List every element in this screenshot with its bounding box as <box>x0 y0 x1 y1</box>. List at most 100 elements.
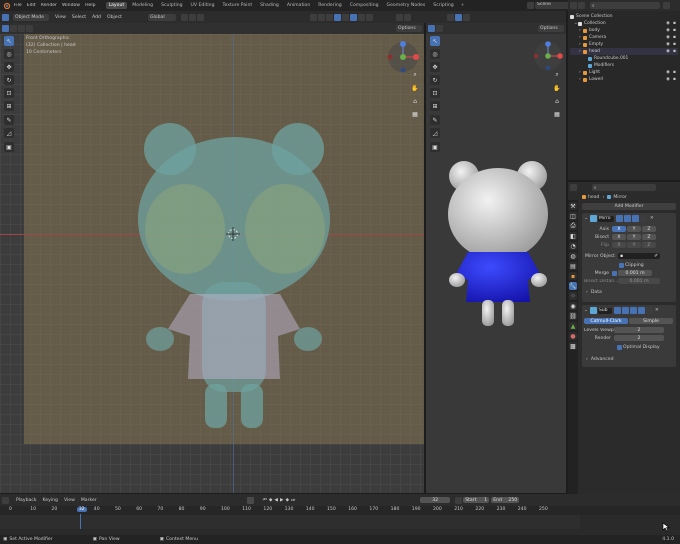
mirror-editmode-icon[interactable] <box>615 215 623 222</box>
mirror-render-icon[interactable] <box>631 215 639 222</box>
render-camera-icon[interactable]: ▪ <box>673 21 676 26</box>
subsurf-editmode-icon[interactable] <box>621 307 629 314</box>
menu-playback[interactable]: Playback <box>16 498 37 503</box>
ortho-toggle-icon[interactable]: ▦ <box>410 109 420 119</box>
select-tool-2-icon[interactable]: ↖ <box>430 36 440 46</box>
outliner-item[interactable]: › head ◉ ▪ <box>570 48 678 55</box>
proportional-edit-icon[interactable] <box>196 13 204 21</box>
select-extend-icon[interactable] <box>10 25 17 32</box>
data-subpanel[interactable]: › Data <box>584 289 674 295</box>
outliner-item[interactable]: › body ◉ ▪ <box>570 27 678 34</box>
blender-logo-icon[interactable] <box>3 2 10 9</box>
overlay-icon[interactable] <box>325 13 333 21</box>
outliner-display-icon[interactable] <box>578 2 585 9</box>
camera-view-icon[interactable]: ⌂ <box>410 96 420 106</box>
mirror-dropdown-icon[interactable] <box>639 215 647 222</box>
main-viewport[interactable]: Front Orthographic (32) Collection | hea… <box>0 34 424 493</box>
select-subtract-icon[interactable] <box>18 25 25 32</box>
flip-z-toggle[interactable]: Z <box>642 242 656 248</box>
rotate-tool-icon[interactable]: ↻ <box>4 75 14 85</box>
merge-distance-field[interactable]: 0.001 m <box>618 270 652 276</box>
simple-button[interactable]: Simple <box>629 318 673 324</box>
measure-tool-2-icon[interactable]: ◿ <box>430 128 440 138</box>
3d-cursor-icon[interactable] <box>226 227 240 241</box>
render-camera-icon[interactable]: ▪ <box>673 77 676 82</box>
flip-y-toggle[interactable]: Y <box>627 242 641 248</box>
render-camera-icon[interactable]: ▪ <box>673 49 676 54</box>
jump-keyframe-forward-icon[interactable]: ◆ <box>286 498 290 503</box>
pan-hand-icon[interactable]: ✋ <box>410 83 420 93</box>
flip-x-toggle[interactable]: X <box>612 242 626 248</box>
tab-tool-icon[interactable]: ⚒ <box>569 202 577 210</box>
add-cube-tool-2-icon[interactable]: ▣ <box>430 142 440 152</box>
outliner-item[interactable]: › Camera ◉ ▪ <box>570 34 678 41</box>
scale-tool-2-icon[interactable]: ⊡ <box>430 88 440 98</box>
menu-edit[interactable]: Edit <box>27 3 36 8</box>
outliner-editor-icon[interactable] <box>570 2 577 9</box>
navigation-gizmo-2[interactable] <box>532 40 564 72</box>
navigation-gizmo[interactable] <box>386 40 420 74</box>
menu-add[interactable]: Add <box>92 15 101 20</box>
visibility-eye-icon[interactable]: ◉ <box>666 35 670 40</box>
visibility-eye-icon[interactable]: ◉ <box>666 70 670 75</box>
mirror-object-field[interactable]: ▪ ✐ <box>618 253 660 259</box>
render-camera-icon[interactable]: ▪ <box>673 28 676 33</box>
merge-checkbox[interactable] <box>612 270 617 276</box>
playhead[interactable] <box>79 514 81 529</box>
outliner-item[interactable]: Roundcube.001 <box>570 55 678 62</box>
subsurf-oncage-icon[interactable] <box>613 307 621 314</box>
current-frame-field[interactable]: 32 <box>420 497 451 503</box>
frame-ruler[interactable]: 0 10 20 32 40 50 60 70 80 90 100 110 120 130 140 150 160… <box>0 506 680 515</box>
tab-layout[interactable]: Layout <box>105 2 128 9</box>
tab-modifiers-icon[interactable]: 🔧 <box>569 282 577 290</box>
start-frame-field[interactable]: Start 1 <box>463 497 490 503</box>
visibility-eye-icon[interactable]: ◉ <box>666 21 670 26</box>
annotate-tool-2-icon[interactable]: ✎ <box>430 115 440 125</box>
visibility-eye-icon[interactable]: ◉ <box>666 28 670 33</box>
outliner-item[interactable]: ⌄ Collection ◉ ▪ <box>570 20 678 27</box>
select-box-2-icon[interactable] <box>428 25 435 32</box>
subsurf-viewport-icon[interactable] <box>629 307 637 314</box>
menu-timeline-view[interactable]: View <box>64 498 75 503</box>
clipping-checkbox[interactable] <box>619 262 624 268</box>
mirror-viewport-icon[interactable] <box>623 215 631 222</box>
transform-tool-icon[interactable]: ⊞ <box>4 101 14 111</box>
tab-material-icon[interactable]: ● <box>569 332 577 340</box>
add-workspace-icon[interactable]: + <box>461 3 465 8</box>
properties-search-input[interactable]: ⌕ <box>592 184 656 191</box>
render-levels-field[interactable]: 2 <box>614 335 664 341</box>
keyframe-area[interactable] <box>0 515 580 529</box>
cursor-tool-icon[interactable]: ◎ <box>4 49 14 59</box>
menu-render[interactable]: Render <box>41 3 57 8</box>
rotate-tool-2-icon[interactable]: ↻ <box>430 75 440 85</box>
subsurf-header[interactable]: ⌄ Sub ✕ <box>584 307 674 314</box>
tab-collection-icon[interactable]: ▤ <box>569 262 577 270</box>
gizmo-y-icon[interactable] <box>400 54 406 60</box>
gizmo-z-icon[interactable] <box>400 41 406 47</box>
tab-render-icon[interactable]: ◫ <box>569 212 577 220</box>
solid-2-icon[interactable] <box>454 13 462 21</box>
outliner-search-input[interactable]: ⌕ <box>590 2 660 9</box>
subsurf-name-field[interactable]: Sub <box>597 307 612 314</box>
select-extend-2-icon[interactable] <box>436 25 443 32</box>
tab-uv-editing[interactable]: UV Editing <box>188 2 218 9</box>
material-2-icon[interactable] <box>462 13 470 21</box>
collapse-chevron-icon[interactable]: ⌄ <box>584 216 588 221</box>
scale-tool-icon[interactable]: ⊡ <box>4 88 14 98</box>
tab-modeling[interactable]: Modeling <box>129 2 156 9</box>
tab-world-icon[interactable]: ◍ <box>569 252 577 260</box>
axis-y-toggle[interactable]: Y <box>627 226 641 232</box>
viewport2-options-button[interactable]: Options <box>538 25 564 32</box>
outliner-item[interactable]: › Light ◉ ▪ <box>570 69 678 76</box>
subsurf-dropdown-icon[interactable] <box>645 307 653 314</box>
tab-geometry-nodes[interactable]: Geometry Nodes <box>384 2 429 9</box>
jump-end-icon[interactable]: ⏭ <box>291 497 295 503</box>
collapse-chevron-2-icon[interactable]: ⌄ <box>584 308 588 313</box>
menu-keying[interactable]: Keying <box>43 498 58 503</box>
outliner-filter-icon[interactable] <box>663 2 670 9</box>
axis-z-toggle[interactable]: Z <box>642 226 656 232</box>
advanced-subpanel[interactable]: › Advanced <box>584 356 674 362</box>
move-tool-2-icon[interactable]: ✥ <box>430 62 440 72</box>
viewport-options-button[interactable]: Options <box>396 25 422 32</box>
ortho-toggle-2-icon[interactable]: ▦ <box>552 109 562 119</box>
